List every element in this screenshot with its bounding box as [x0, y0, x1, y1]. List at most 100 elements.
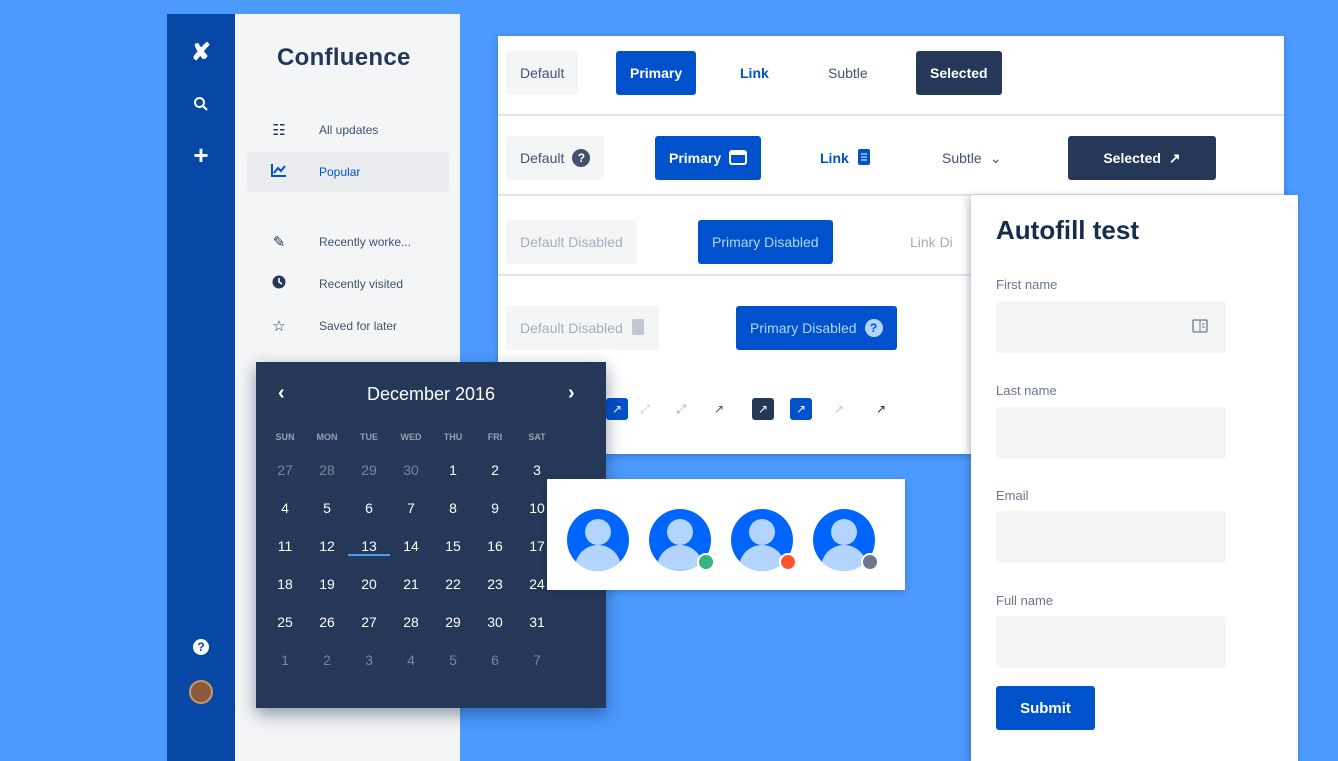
calendar-day[interactable]: 28 [306, 462, 348, 478]
calendar-day[interactable]: 12 [306, 538, 348, 554]
sidebar-item-saved-for-later[interactable]: ☆ Saved for later [247, 306, 449, 346]
primary-disabled-button: Primary Disabled [698, 220, 833, 264]
submit-button[interactable]: Submit [996, 686, 1095, 730]
calendar-day[interactable]: 23 [474, 576, 516, 592]
selected-icon-button[interactable]: Selected ↗ [1068, 136, 1216, 180]
calendar-day[interactable]: 2 [474, 462, 516, 478]
subtle-dropdown-button[interactable]: Subtle ⌄ [928, 136, 1015, 180]
calendar-day[interactable]: 6 [474, 652, 516, 668]
subtle-button[interactable]: Subtle [814, 51, 882, 95]
weekday-header: MON [316, 432, 338, 442]
calendar-day[interactable]: 26 [306, 614, 348, 630]
calendar-day[interactable]: 3 [348, 652, 390, 668]
default-button[interactable]: Default [506, 51, 579, 95]
product-title: Confluence [277, 44, 411, 71]
sidebar-item-popular[interactable]: Popular [247, 152, 449, 192]
arrow-up-right-icon[interactable]: ↗ [752, 398, 774, 420]
calendar-day[interactable]: 14 [390, 538, 432, 554]
sidebar-item-recently-worked[interactable]: ✎ Recently worke... [247, 222, 449, 262]
calendar-day[interactable]: 15 [432, 538, 474, 554]
pencil-icon: ✎ [272, 234, 286, 251]
arrow-up-right-icon: ↗ [1168, 149, 1181, 166]
calendar-day[interactable]: 29 [348, 462, 390, 478]
calendar-day[interactable]: 13 [348, 538, 390, 556]
star-icon: ☆ [272, 318, 286, 335]
calendar-day[interactable]: 3 [516, 462, 558, 478]
expand-icon[interactable]: ⤢ [670, 398, 692, 420]
calendar-day[interactable]: 18 [264, 576, 306, 592]
calendar-day[interactable]: 30 [474, 614, 516, 630]
link-button[interactable]: Link [726, 51, 783, 95]
contact-card-icon[interactable] [1192, 319, 1208, 338]
avatar[interactable] [167, 680, 235, 709]
calendar-day[interactable]: 27 [348, 614, 390, 630]
email-label: Email [996, 488, 1029, 503]
weekday-header: TUE [360, 432, 378, 442]
autofill-form: Autofill test First name Last name Email… [971, 195, 1298, 761]
calendar-day[interactable]: 30 [390, 462, 432, 478]
calendar-day[interactable]: 5 [432, 652, 474, 668]
calendar-day[interactable]: 22 [432, 576, 474, 592]
calendar-day[interactable]: 25 [264, 614, 306, 630]
calendar-day[interactable]: 9 [474, 500, 516, 516]
help-icon[interactable]: ? [167, 638, 235, 656]
calendar-day[interactable]: 4 [264, 500, 306, 516]
arrow-up-right-icon[interactable]: ↗ [870, 398, 892, 420]
calendar-day[interactable]: 20 [348, 576, 390, 592]
question-icon: ? [572, 149, 591, 167]
button-row-2: Default ? Primary Link Subtle ⌄ Selected… [498, 116, 1284, 196]
calendar-day[interactable]: 6 [348, 500, 390, 516]
calendar-day[interactable]: 5 [306, 500, 348, 516]
arrow-up-right-icon[interactable]: ↗ [708, 398, 730, 420]
calendar-day[interactable]: 29 [432, 614, 474, 630]
calendar-day[interactable]: 7 [516, 652, 558, 668]
sidebar-item-label: Popular [319, 165, 361, 179]
primary-button[interactable]: Primary [616, 51, 697, 95]
sidebar-item-all-updates[interactable]: ☷ All updates [247, 110, 449, 150]
button-label: Primary Disabled [750, 320, 857, 336]
chevron-down-icon: ⌄ [989, 149, 1002, 166]
calendar-day[interactable]: 1 [264, 652, 306, 668]
calendar-day[interactable]: 16 [474, 538, 516, 554]
calendar-day[interactable]: 19 [306, 576, 348, 592]
arrow-up-right-icon[interactable]: ↗ [606, 398, 628, 420]
button-label: Link [820, 150, 849, 166]
arrow-up-right-icon[interactable]: ↗ [828, 398, 850, 420]
last-name-field[interactable] [996, 407, 1226, 459]
calendar-day[interactable]: 21 [390, 576, 432, 592]
arrow-up-right-icon[interactable]: ↗ [790, 398, 812, 420]
calendar-day[interactable]: 28 [390, 614, 432, 630]
calendar-day[interactable]: 2 [306, 652, 348, 668]
first-name-label: First name [996, 277, 1058, 292]
calendar-day[interactable]: 8 [432, 500, 474, 516]
expand-icon[interactable]: ⤢ [634, 398, 656, 420]
confluence-logo-icon[interactable]: ✘ [167, 38, 235, 67]
avatar-head [585, 519, 611, 545]
form-title: Autofill test [996, 215, 1139, 245]
calendar-day[interactable]: 7 [390, 500, 432, 516]
search-icon[interactable] [167, 96, 235, 117]
create-icon[interactable]: + [167, 140, 235, 171]
sidebar-item-recently-visited[interactable]: Recently visited [247, 264, 449, 304]
calendar-day[interactable]: 4 [390, 652, 432, 668]
default-icon-button[interactable]: Default ? [506, 136, 605, 180]
selected-button[interactable]: Selected [916, 51, 1002, 95]
presence-busy-icon [779, 553, 797, 571]
calendar-day[interactable]: 27 [264, 462, 306, 478]
calendar-day[interactable]: 31 [516, 614, 558, 630]
full-name-field[interactable] [996, 616, 1226, 668]
calendar-day[interactable]: 11 [264, 538, 306, 554]
global-nav-rail: ✘ + ? [167, 14, 235, 761]
weekday-header: THU [443, 432, 463, 442]
avatar-head [749, 519, 775, 545]
button-row-1: Default Primary Link Subtle Selected [498, 36, 1284, 116]
calendar-day[interactable]: 1 [432, 462, 474, 478]
primary-icon-button[interactable]: Primary [655, 136, 762, 180]
first-name-field[interactable] [996, 301, 1226, 353]
document-icon [857, 148, 871, 169]
user-avatar[interactable] [567, 509, 629, 571]
link-icon-button[interactable]: Link [806, 136, 885, 180]
email-field[interactable] [996, 511, 1226, 563]
next-month-button[interactable]: › [568, 382, 575, 405]
weekday-header: SAT [528, 432, 546, 442]
